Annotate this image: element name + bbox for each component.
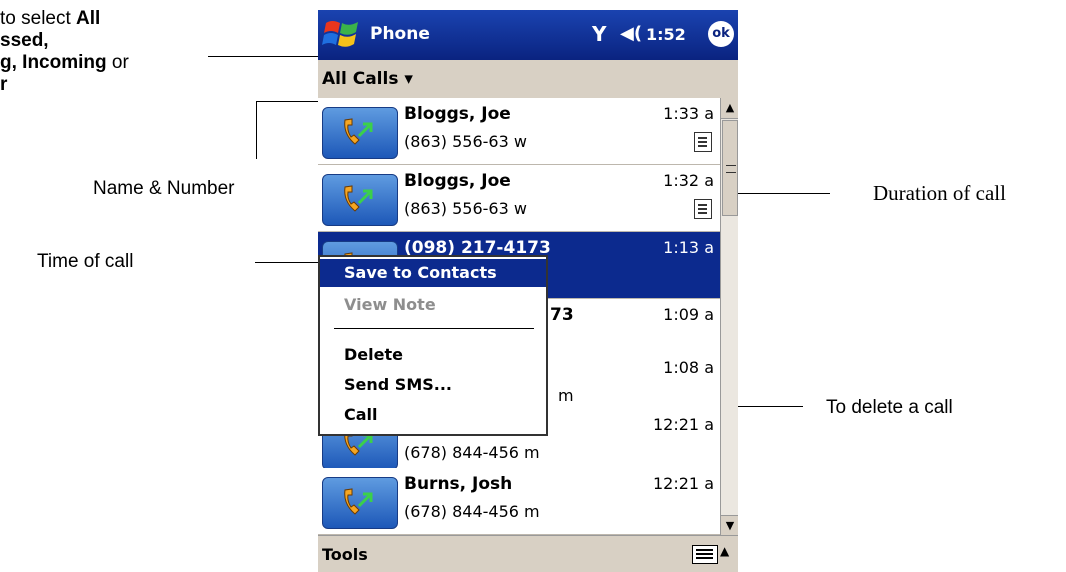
- name-number-leader-v: [256, 101, 257, 159]
- call-time: 12:21 a: [653, 415, 714, 434]
- name-number-leader-h: [256, 101, 318, 102]
- call-time: 1:33 a: [663, 104, 714, 123]
- call-time: 1:09 a: [663, 305, 714, 324]
- note-icon[interactable]: [694, 199, 712, 219]
- scroll-up-icon[interactable]: ▲: [721, 98, 738, 119]
- call-number: (678) 844-456 m: [404, 443, 540, 462]
- time-of-call-annotation: Time of call: [37, 251, 134, 272]
- clock[interactable]: 1:52: [646, 25, 686, 44]
- tools-menu[interactable]: Tools: [322, 545, 368, 564]
- call-name: Bloggs, Joe: [404, 104, 511, 124]
- vertical-scrollbar[interactable]: ▲ ▼: [720, 98, 738, 536]
- windows-start-icon[interactable]: [322, 17, 362, 53]
- menu-save-to-contacts[interactable]: Save to Contacts: [320, 259, 546, 287]
- call-number: m: [558, 386, 574, 405]
- context-menu: Save to Contacts View Note Delete Send S…: [318, 255, 548, 436]
- call-row[interactable]: Bloggs, Joe (863) 556-63 w 1:32 a: [318, 165, 720, 232]
- keyboard-icon[interactable]: [692, 545, 718, 564]
- signal-icon[interactable]: Y: [592, 22, 606, 46]
- call-time: 12:21 a: [653, 474, 714, 493]
- call-name: Bloggs, Joe: [404, 171, 511, 191]
- time-of-call-leader-line: [255, 262, 318, 263]
- call-time: 1:08 a: [663, 358, 714, 377]
- ok-button[interactable]: ok: [708, 21, 734, 47]
- scroll-thumb[interactable]: [722, 120, 738, 216]
- scroll-down-icon[interactable]: ▼: [721, 515, 738, 536]
- filter-leader-line: [208, 56, 318, 57]
- call-name: 73: [550, 305, 574, 325]
- call-filter-dropdown[interactable]: All Calls ▾: [322, 69, 413, 89]
- call-time: 1:32 a: [663, 171, 714, 190]
- call-number: (863) 556-63 w: [404, 199, 527, 218]
- delete-annotation: To delete a call: [826, 397, 953, 418]
- bottom-menu-bar: Tools ▲: [318, 535, 738, 572]
- call-number: (863) 556-63 w: [404, 132, 527, 151]
- speaker-icon[interactable]: ◀(: [620, 23, 642, 44]
- outgoing-call-icon: [322, 107, 398, 159]
- menu-delete[interactable]: Delete: [320, 341, 546, 369]
- input-panel-arrow-icon[interactable]: ▲: [720, 544, 729, 558]
- menu-call[interactable]: Call: [320, 401, 546, 429]
- outgoing-call-icon: [322, 174, 398, 226]
- call-name: Burns, Josh: [404, 474, 513, 494]
- call-number: (678) 844-456 m: [404, 502, 540, 521]
- pda-screen: Phone Y ◀( 1:52 ok All Calls ▾ Bloggs, J…: [318, 10, 738, 572]
- title-bar: Phone Y ◀( 1:52 ok: [318, 10, 738, 60]
- duration-annotation: Duration of call: [873, 181, 1006, 205]
- app-title: Phone: [370, 24, 430, 44]
- call-row[interactable]: Burns, Josh (678) 844-456 m 12:21 a: [318, 468, 720, 535]
- filter-annotation: to select All ssed, g, Incoming or r: [0, 8, 129, 95]
- menu-separator: [334, 328, 534, 329]
- name-number-annotation: Name & Number: [93, 178, 235, 199]
- call-time: 1:13 a: [663, 238, 714, 257]
- filter-bar: All Calls ▾: [318, 60, 738, 99]
- outgoing-call-icon: [322, 477, 398, 529]
- menu-view-note: View Note: [344, 295, 436, 314]
- call-row[interactable]: Bloggs, Joe (863) 556-63 w 1:33 a: [318, 98, 720, 165]
- menu-send-sms[interactable]: Send SMS...: [320, 371, 546, 399]
- note-icon[interactable]: [694, 132, 712, 152]
